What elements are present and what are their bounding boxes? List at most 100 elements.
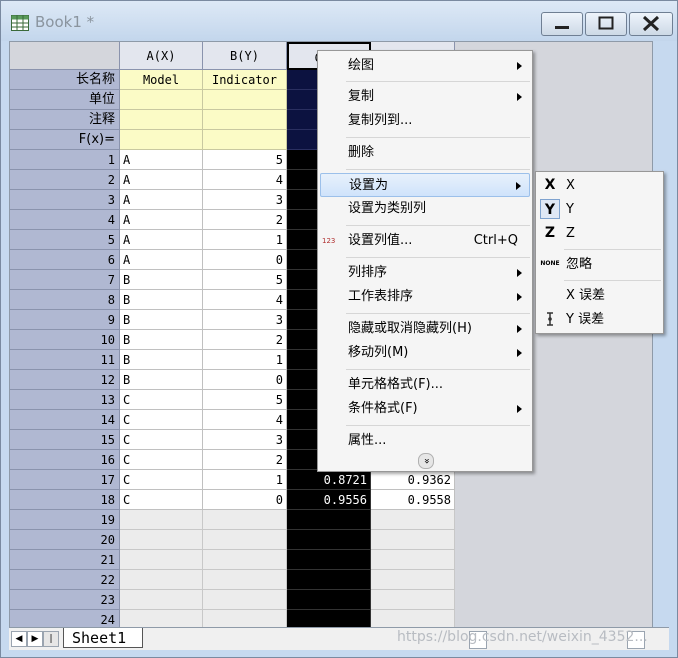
meta-cell[interactable] bbox=[203, 90, 287, 110]
close-button[interactable] bbox=[629, 12, 673, 36]
submenu-item-ignore[interactable]: NONE 忽略 bbox=[538, 253, 661, 277]
row-header[interactable]: 20 bbox=[10, 530, 120, 550]
menu-item-delete[interactable]: 删除 bbox=[320, 141, 530, 165]
cell-a[interactable]: A bbox=[120, 250, 203, 270]
cell-a[interactable]: B bbox=[120, 270, 203, 290]
cell-c-selected[interactable]: 0.9556 bbox=[287, 490, 371, 510]
empty-cell[interactable] bbox=[203, 550, 287, 570]
cell-b[interactable]: 5 bbox=[203, 150, 287, 170]
cell-b[interactable]: 4 bbox=[203, 170, 287, 190]
row-header[interactable]: 9 bbox=[10, 310, 120, 330]
menu-item-sort-worksheet[interactable]: 工作表排序 bbox=[320, 285, 530, 309]
corner-cell[interactable] bbox=[10, 42, 120, 70]
menu-item-copy-columns-to[interactable]: 复制列到... bbox=[320, 109, 530, 133]
row-header[interactable]: 14 bbox=[10, 410, 120, 430]
cell-b[interactable]: 0 bbox=[203, 370, 287, 390]
cell-a[interactable]: A bbox=[120, 190, 203, 210]
cell-b[interactable]: 1 bbox=[203, 470, 287, 490]
empty-cell[interactable] bbox=[203, 510, 287, 530]
cell-a[interactable]: B bbox=[120, 330, 203, 350]
cell-a[interactable]: C bbox=[120, 490, 203, 510]
title-bar[interactable]: Book1 * bbox=[1, 1, 677, 41]
row-header[interactable]: 22 bbox=[10, 570, 120, 590]
menu-item-move-columns[interactable]: 移动列(M) bbox=[320, 341, 530, 365]
row-header[interactable]: 23 bbox=[10, 590, 120, 610]
empty-cell[interactable] bbox=[203, 590, 287, 610]
column-header-a[interactable]: A(X) bbox=[120, 42, 203, 70]
tab-sheet1[interactable]: Sheet1 bbox=[63, 628, 143, 648]
menu-item-hide-unhide[interactable]: 隐藏或取消隐藏列(H) bbox=[320, 317, 530, 341]
cell-b[interactable]: 4 bbox=[203, 410, 287, 430]
row-header[interactable]: 5 bbox=[10, 230, 120, 250]
cell-b[interactable]: 0 bbox=[203, 250, 287, 270]
cell-b[interactable]: 2 bbox=[203, 210, 287, 230]
meta-cell[interactable]: Indicator bbox=[203, 70, 287, 90]
cell-c-selected[interactable] bbox=[287, 510, 371, 530]
empty-cell[interactable] bbox=[120, 550, 203, 570]
row-header[interactable]: 6 bbox=[10, 250, 120, 270]
row-header[interactable]: 19 bbox=[10, 510, 120, 530]
cell-b[interactable]: 2 bbox=[203, 450, 287, 470]
cell-b[interactable]: 2 bbox=[203, 330, 287, 350]
submenu-item-y-error[interactable]: Y 误差 bbox=[538, 308, 661, 332]
meta-row-label[interactable]: 注释 bbox=[10, 110, 120, 130]
meta-cell[interactable] bbox=[203, 130, 287, 150]
row-header[interactable]: 1 bbox=[10, 150, 120, 170]
cell-d[interactable]: 0.9558 bbox=[371, 490, 455, 510]
cell-b[interactable]: 1 bbox=[203, 230, 287, 250]
row-header[interactable]: 4 bbox=[10, 210, 120, 230]
meta-cell[interactable] bbox=[120, 90, 203, 110]
empty-cell[interactable] bbox=[371, 510, 455, 530]
empty-cell[interactable] bbox=[120, 590, 203, 610]
row-header[interactable]: 15 bbox=[10, 430, 120, 450]
menu-item-set-column-values[interactable]: 123 设置列值... Ctrl+Q bbox=[320, 229, 530, 253]
empty-cell[interactable] bbox=[371, 530, 455, 550]
row-header[interactable]: 10 bbox=[10, 330, 120, 350]
empty-cell[interactable] bbox=[120, 570, 203, 590]
cell-a[interactable]: C bbox=[120, 390, 203, 410]
cell-b[interactable]: 5 bbox=[203, 270, 287, 290]
cell-b[interactable]: 3 bbox=[203, 430, 287, 450]
menu-item-properties[interactable]: 属性... bbox=[320, 429, 530, 453]
scroll-right-icon[interactable]: ▶ bbox=[27, 631, 43, 647]
cell-b[interactable]: 4 bbox=[203, 290, 287, 310]
row-header[interactable]: 3 bbox=[10, 190, 120, 210]
menu-item-set-as[interactable]: 设置为 bbox=[320, 173, 530, 197]
cell-c-selected[interactable]: 0.8721 bbox=[287, 470, 371, 490]
cell-c-selected[interactable] bbox=[287, 550, 371, 570]
cell-b[interactable]: 0 bbox=[203, 490, 287, 510]
column-header-b[interactable]: B(Y) bbox=[203, 42, 287, 70]
cell-a[interactable]: A bbox=[120, 150, 203, 170]
cell-a[interactable]: C bbox=[120, 430, 203, 450]
cell-a[interactable]: B bbox=[120, 370, 203, 390]
meta-cell[interactable]: Model bbox=[120, 70, 203, 90]
menu-item-set-as-categorical[interactable]: 设置为类别列 bbox=[320, 197, 530, 221]
submenu-item-x-error[interactable]: X 误差 bbox=[538, 284, 661, 308]
meta-cell[interactable] bbox=[203, 110, 287, 130]
empty-cell[interactable] bbox=[120, 530, 203, 550]
cell-a[interactable]: B bbox=[120, 310, 203, 330]
menu-item-cell-format[interactable]: 单元格格式(F)... bbox=[320, 373, 530, 397]
cell-c-selected[interactable] bbox=[287, 590, 371, 610]
empty-cell[interactable] bbox=[371, 570, 455, 590]
row-header[interactable]: 21 bbox=[10, 550, 120, 570]
row-header[interactable]: 17 bbox=[10, 470, 120, 490]
cell-d[interactable]: 0.9362 bbox=[371, 470, 455, 490]
meta-cell[interactable] bbox=[120, 130, 203, 150]
cell-b[interactable]: 3 bbox=[203, 310, 287, 330]
maximize-button[interactable] bbox=[585, 12, 627, 36]
submenu-item-z[interactable]: ZZ bbox=[538, 222, 661, 246]
cell-b[interactable]: 1 bbox=[203, 350, 287, 370]
empty-cell[interactable] bbox=[120, 510, 203, 530]
meta-row-label[interactable]: 长名称 bbox=[10, 70, 120, 90]
menu-item-conditional-format[interactable]: 条件格式(F) bbox=[320, 397, 530, 421]
row-header[interactable]: 2 bbox=[10, 170, 120, 190]
submenu-item-y[interactable]: YY bbox=[538, 198, 661, 222]
row-header[interactable]: 12 bbox=[10, 370, 120, 390]
menu-item-plot[interactable]: 绘图 bbox=[320, 54, 530, 78]
tab-nav-icon[interactable]: | bbox=[43, 631, 59, 647]
cell-a[interactable]: C bbox=[120, 470, 203, 490]
meta-cell[interactable] bbox=[120, 110, 203, 130]
expand-menu-icon[interactable]: » bbox=[418, 453, 434, 469]
menu-item-sort-columns[interactable]: 列排序 bbox=[320, 261, 530, 285]
